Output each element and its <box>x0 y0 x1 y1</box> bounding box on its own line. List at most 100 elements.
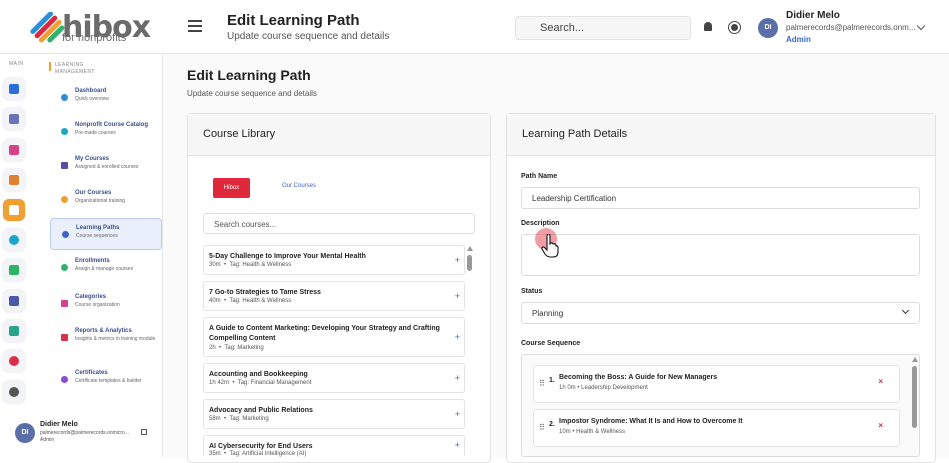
course-meta: 35m • Tag: Artificial Intelligence (AI) <box>209 451 307 457</box>
book-icon[interactable] <box>3 169 25 191</box>
dashboard-icon <box>61 94 68 101</box>
sidebar-item-catalog[interactable]: Nonprofit Course Catalog Pre-made course… <box>50 116 162 148</box>
chevron-down-icon[interactable] <box>916 21 926 31</box>
path-icon <box>62 231 69 238</box>
certificate-icon <box>61 376 68 383</box>
sidebar-item-label: My Courses <box>75 156 110 162</box>
enroll-icon <box>61 264 68 271</box>
scroll-up-arrow[interactable] <box>912 357 918 362</box>
sidebar-item-reports[interactable]: Reports & Analytics Insights & metrics i… <box>50 322 162 354</box>
course-title: Accounting and Bookkeeping <box>209 371 308 378</box>
path-name-input[interactable]: Leadership Certification <box>521 187 920 209</box>
description-textarea[interactable] <box>521 234 920 276</box>
sequence-meta: 1h 0m • Leadership Development <box>559 385 648 391</box>
sidebar-section-header: LEARNING MANAGEMENT <box>55 62 95 75</box>
sequence-label: Course Sequence <box>521 340 581 347</box>
add-course-button[interactable]: + <box>455 373 460 383</box>
list-item[interactable]: A Guide to Content Marketing: Developing… <box>203 317 465 357</box>
pie-chart-icon[interactable] <box>3 350 25 372</box>
add-course-button[interactable]: + <box>455 332 460 342</box>
list-item[interactable]: Advocacy and Public Relations 58m • Tag:… <box>203 399 465 429</box>
course-meta: 30m • Tag: Health & Wellness <box>209 262 292 268</box>
sidebar-item-label: Categories <box>75 294 107 300</box>
catalog-icon <box>61 128 68 135</box>
sidebar-item-desc: Assign & manage courses <box>75 266 134 272</box>
target-icon[interactable] <box>3 229 25 251</box>
drag-handle-icon[interactable]: ⠿ <box>539 379 545 388</box>
sidebar-item-label: Enrollments <box>75 258 110 264</box>
sequence-item[interactable]: ⠿ 2. Impostor Syndrome: What It Is and H… <box>533 409 900 447</box>
drag-handle-icon[interactable]: ⠿ <box>539 423 545 432</box>
courses-icon <box>61 162 68 169</box>
top-bar: hibox for nonprofits Edit Learning Path … <box>0 0 949 54</box>
sidebar-item-categories[interactable]: Categories Course organization <box>50 288 162 320</box>
home-icon[interactable] <box>3 78 25 100</box>
course-meta: 2h • Tag: Marketing <box>209 345 264 351</box>
sequence-scrollbar[interactable] <box>912 366 917 428</box>
list-item[interactable]: 5-Day Challenge to Improve Your Mental H… <box>203 245 465 275</box>
people-icon[interactable] <box>3 320 25 342</box>
sidebar-item-certificates[interactable]: Certificates Certificate templates & bui… <box>50 364 162 396</box>
gear-icon[interactable] <box>3 381 25 403</box>
course-meta: 40m • Tag: Health & Wellness <box>209 298 292 304</box>
folder-icon <box>61 300 68 307</box>
learning-icon[interactable] <box>3 199 25 221</box>
list-item[interactable]: 7 Go-to Strategies to Tame Stress 40m • … <box>203 281 465 311</box>
course-meta: 1h 42m • Tag: Financial Management <box>209 380 312 386</box>
sequence-item[interactable]: ⠿ 1. Becoming the Boss: A Guide for New … <box>533 365 900 403</box>
scroll-up-arrow[interactable] <box>467 246 473 251</box>
rail-label: MAIN <box>9 61 24 67</box>
sidebar-item-label: Dashboard <box>75 88 107 94</box>
external-link-icon[interactable] <box>141 429 147 435</box>
sidebar-item-desc: Certificate templates & builder <box>75 378 142 384</box>
add-course-button[interactable]: + <box>455 440 460 450</box>
user-name: Didier Melo <box>786 10 840 21</box>
global-search-input[interactable]: Search... <box>515 16 691 40</box>
tab-our-courses[interactable]: Our Courses <box>282 183 316 189</box>
sequence-title: Becoming the Boss: A Guide for New Manag… <box>559 374 718 381</box>
sidebar-item-learning-paths[interactable]: Learning Paths Course sequences <box>50 218 162 250</box>
campaign-icon[interactable] <box>3 139 25 161</box>
sidebar-item-desc: Course sequences <box>76 233 118 239</box>
org-chart-icon[interactable] <box>3 108 25 130</box>
status-label: Status <box>521 288 543 295</box>
path-name-label: Path Name <box>521 173 558 180</box>
theme-toggle-icon[interactable] <box>731 24 738 31</box>
add-course-button[interactable]: + <box>455 255 460 265</box>
page-title: Edit Learning Path <box>187 67 311 83</box>
sidebar-item-dashboard[interactable]: Dashboard Quick overview <box>50 82 162 114</box>
sidebar-item-label: Learning Paths <box>76 225 120 231</box>
sidebar-item-desc: Course organization <box>75 302 120 308</box>
sidebar-item-my-courses[interactable]: My Courses Assigned & enrolled courses <box>50 150 162 182</box>
avatar[interactable]: DI <box>758 18 778 38</box>
document-icon[interactable] <box>3 290 25 312</box>
sidebar-item-our-courses[interactable]: Our Courses Organizational training <box>50 184 162 216</box>
status-select[interactable]: Planning <box>521 302 920 324</box>
library-scrollbar[interactable] <box>467 255 472 271</box>
add-course-button[interactable]: + <box>455 291 460 301</box>
course-title: 5-Day Challenge to Improve Your Mental H… <box>209 253 366 260</box>
header-subtitle: Update course sequence and details <box>227 31 390 42</box>
course-meta: 58m • Tag: Marketing <box>209 416 269 422</box>
course-search-input[interactable]: Search courses... <box>203 213 475 234</box>
hand-cursor-icon <box>541 234 559 258</box>
graduation-icon <box>61 196 68 203</box>
sidebar-avatar[interactable]: DI <box>15 423 35 443</box>
tab-hibox[interactable]: Hibox <box>213 178 250 198</box>
course-title: 7 Go-to Strategies to Tame Stress <box>209 289 321 296</box>
list-item[interactable]: AI Cybersecurity for End Users 35m • Tag… <box>203 435 465 457</box>
add-course-button[interactable]: + <box>455 409 460 419</box>
sidebar-item-desc: Insights & metrics in training module <box>75 336 156 342</box>
list-item[interactable]: Accounting and Bookkeeping 1h 42m • Tag:… <box>203 363 465 393</box>
menu-icon[interactable] <box>188 20 202 34</box>
bell-icon[interactable] <box>704 22 712 31</box>
network-icon[interactable] <box>3 259 25 281</box>
brand-sub: for nonprofits <box>62 32 127 44</box>
user-role: Admin <box>786 35 811 44</box>
sidebar-item-desc: Quick overview <box>75 96 109 102</box>
remove-course-button[interactable]: × <box>878 421 883 430</box>
course-title: A Guide to Content Marketing: Developing… <box>209 325 440 342</box>
sidebar-item-enrollments[interactable]: Enrollments Assign & manage courses <box>50 252 162 284</box>
sidebar-item-label: Nonprofit Course Catalog <box>75 122 148 128</box>
remove-course-button[interactable]: × <box>878 377 883 386</box>
